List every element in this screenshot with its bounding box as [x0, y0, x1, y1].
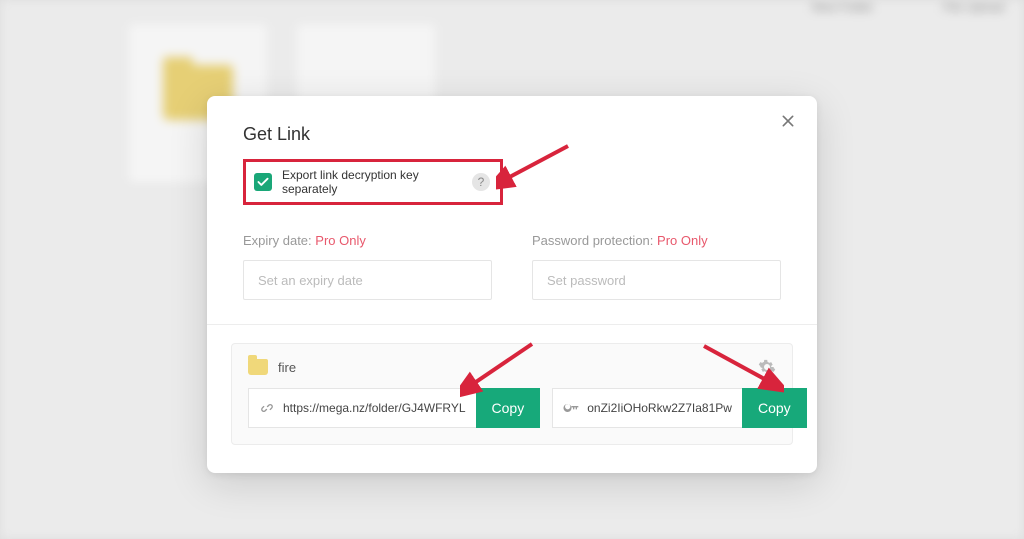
pro-only-badge: Pro Only	[315, 233, 366, 248]
copy-key-button[interactable]: Copy	[742, 388, 807, 428]
expiry-label: Expiry date: Pro Only	[243, 233, 492, 248]
copy-link-button[interactable]: Copy	[476, 388, 541, 428]
check-icon	[257, 177, 269, 187]
export-key-label: Export link decryption key separately	[282, 168, 462, 196]
export-key-checkbox[interactable]	[254, 173, 272, 191]
password-input[interactable]: Set password	[532, 260, 781, 300]
help-button[interactable]: ?	[472, 173, 490, 191]
get-link-dialog: Get Link Export link decryption key sepa…	[207, 96, 817, 473]
link-icon	[259, 400, 275, 416]
close-button[interactable]	[777, 110, 799, 132]
close-icon	[780, 113, 796, 129]
decryption-key-field[interactable]: onZi2IiOHoRkw2Z7Ia81Pw	[552, 388, 742, 428]
link-field-group: https://mega.nz/folder/GJ4WFRYL Copy	[248, 388, 540, 428]
gear-icon[interactable]	[758, 358, 776, 376]
key-icon	[563, 400, 579, 416]
folder-icon	[248, 359, 268, 375]
password-label: Password protection: Pro Only	[532, 233, 781, 248]
item-name: fire	[278, 360, 748, 375]
key-field-group: onZi2IiOHoRkw2Z7Ia81Pw Copy	[552, 388, 806, 428]
pro-only-badge: Pro Only	[657, 233, 708, 248]
share-link-field[interactable]: https://mega.nz/folder/GJ4WFRYL	[248, 388, 476, 428]
result-panel: fire https://mega.nz/folder/GJ4WFRYL Cop…	[231, 343, 793, 445]
share-link-value: https://mega.nz/folder/GJ4WFRYL	[283, 401, 466, 415]
expiry-date-input[interactable]: Set an expiry date	[243, 260, 492, 300]
dialog-title: Get Link	[243, 124, 781, 145]
highlight-box: Export link decryption key separately ?	[243, 159, 503, 205]
decryption-key-value: onZi2IiOHoRkw2Z7Ia81Pw	[587, 401, 732, 415]
